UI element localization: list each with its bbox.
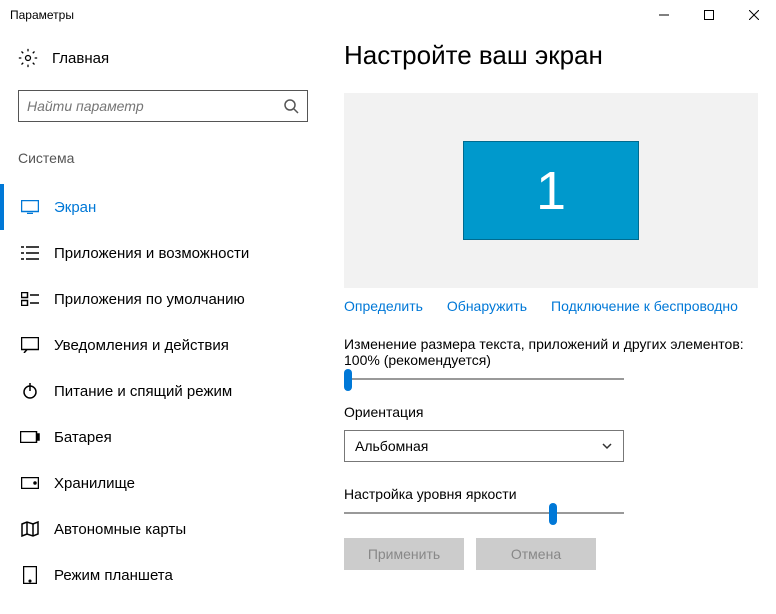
- button-row: Применить Отмена: [344, 538, 758, 570]
- sidebar-item-power[interactable]: Питание и спящий режим: [18, 368, 320, 414]
- window-title: Параметры: [10, 8, 74, 22]
- brightness-slider[interactable]: [344, 512, 624, 514]
- sidebar-item-label: Питание и спящий режим: [54, 383, 232, 400]
- sidebar-item-battery[interactable]: Батарея: [18, 414, 320, 460]
- maximize-button[interactable]: [686, 0, 731, 30]
- storage-icon: [20, 477, 40, 489]
- window-controls: [641, 0, 776, 30]
- sidebar-item-display[interactable]: Экран: [18, 184, 320, 230]
- sidebar-item-apps[interactable]: Приложения и возможности: [18, 230, 320, 276]
- apply-button[interactable]: Применить: [344, 538, 464, 570]
- brightness-slider-thumb[interactable]: [549, 503, 557, 525]
- map-icon: [20, 521, 40, 537]
- identify-link[interactable]: Определить: [344, 298, 423, 314]
- search-box[interactable]: [18, 90, 308, 122]
- battery-icon: [20, 431, 40, 443]
- page-title: Настройте ваш экран: [344, 40, 758, 71]
- sidebar-item-default-apps[interactable]: Приложения по умолчанию: [18, 276, 320, 322]
- close-button[interactable]: [731, 0, 776, 30]
- sidebar-item-label: Уведомления и действия: [54, 337, 229, 354]
- brightness-label: Настройка уровня яркости: [344, 486, 758, 502]
- orientation-label: Ориентация: [344, 404, 758, 420]
- search-input[interactable]: [27, 98, 283, 114]
- sidebar: Главная Система Экран Приложения и возмо…: [0, 30, 320, 614]
- section-title: Система: [18, 150, 320, 166]
- scale-slider[interactable]: [344, 378, 624, 380]
- wireless-link[interactable]: Подключение к беспроводно: [551, 298, 738, 314]
- home-label: Главная: [52, 50, 109, 67]
- detect-link[interactable]: Обнаружить: [447, 298, 527, 314]
- titlebar: Параметры: [0, 0, 776, 30]
- monitor-1[interactable]: 1: [463, 141, 639, 240]
- chevron-down-icon: [601, 440, 613, 452]
- nav-list: Экран Приложения и возможности Приложени…: [18, 184, 320, 598]
- sidebar-item-label: Режим планшета: [54, 567, 173, 584]
- display-links: Определить Обнаружить Подключение к бесп…: [344, 298, 758, 314]
- sidebar-item-storage[interactable]: Хранилище: [18, 460, 320, 506]
- defaults-icon: [20, 292, 40, 306]
- sidebar-item-label: Экран: [54, 199, 96, 216]
- notification-icon: [20, 337, 40, 353]
- minimize-button[interactable]: [641, 0, 686, 30]
- scale-label: Изменение размера текста, приложений и д…: [344, 336, 758, 368]
- home-button[interactable]: Главная: [18, 48, 320, 68]
- gear-icon: [18, 48, 38, 68]
- tablet-icon: [20, 566, 40, 584]
- orientation-dropdown[interactable]: Альбомная: [344, 430, 624, 462]
- search-icon: [283, 98, 299, 114]
- sidebar-item-label: Приложения по умолчанию: [54, 291, 245, 308]
- main-content: Настройте ваш экран 1 Определить Обнаруж…: [320, 30, 776, 614]
- sidebar-item-label: Хранилище: [54, 475, 135, 492]
- list-icon: [20, 246, 40, 260]
- cancel-button[interactable]: Отмена: [476, 538, 596, 570]
- orientation-value: Альбомная: [355, 438, 428, 454]
- sidebar-item-label: Батарея: [54, 429, 112, 446]
- sidebar-item-maps[interactable]: Автономные карты: [18, 506, 320, 552]
- sidebar-item-label: Автономные карты: [54, 521, 186, 538]
- scale-slider-thumb[interactable]: [344, 369, 352, 391]
- display-icon: [20, 200, 40, 214]
- power-icon: [20, 383, 40, 399]
- sidebar-item-tablet[interactable]: Режим планшета: [18, 552, 320, 598]
- sidebar-item-notifications[interactable]: Уведомления и действия: [18, 322, 320, 368]
- display-preview: 1: [344, 93, 758, 288]
- sidebar-item-label: Приложения и возможности: [54, 245, 249, 262]
